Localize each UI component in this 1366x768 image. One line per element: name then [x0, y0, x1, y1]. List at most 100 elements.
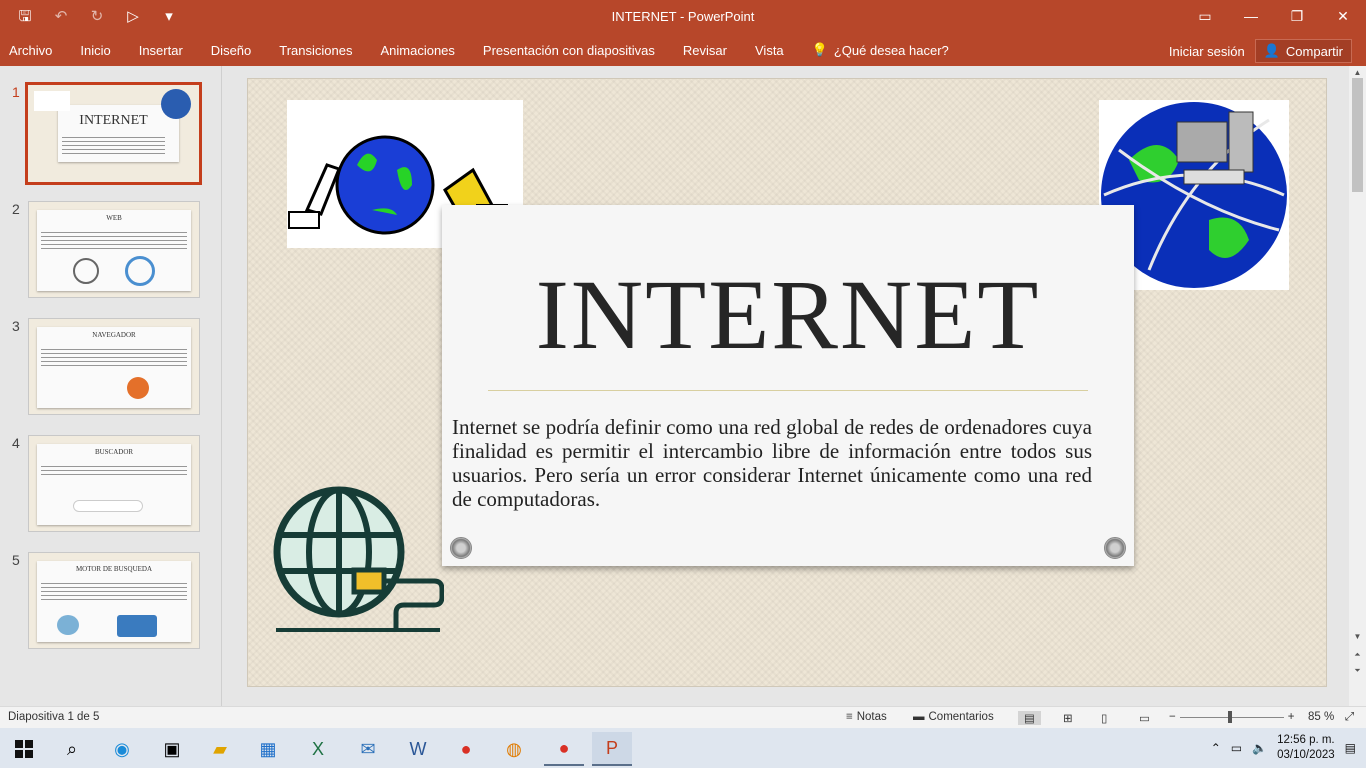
notes-icon: ≡ — [846, 711, 853, 723]
slide-canvas[interactable]: INTERNET Internet se podría definir como… — [247, 78, 1327, 687]
notifications-icon[interactable]: ▤ — [1345, 741, 1356, 755]
grid-icon: ⊞ — [1063, 713, 1073, 725]
tab-animaciones[interactable]: Animaciones — [366, 43, 468, 58]
thumbnail-text-lines — [41, 466, 187, 478]
slide-editor: INTERNET Internet se podría definir como… — [223, 66, 1349, 706]
close-button[interactable]: ✕ — [1320, 0, 1366, 32]
thumbnail-image[interactable]: NAVEGADOR — [28, 318, 200, 415]
store-icon[interactable]: ▦ — [248, 732, 288, 766]
title-bar: 🖫 ↶ ↻ ▷ ▾ INTERNET - PowerPoint ▭ — ❐ ✕ — [0, 0, 1366, 34]
vertical-scrollbar[interactable]: ▲ ▼ ⏶ ⏷ — [1349, 66, 1366, 706]
comments-label: Comentarios — [928, 711, 994, 723]
chevron-up-icon[interactable]: ⌃ — [1211, 741, 1221, 755]
scroll-down-icon[interactable]: ▼ — [1349, 632, 1366, 644]
globe-icon — [125, 256, 155, 286]
search-icon[interactable]: ⌕ — [52, 732, 92, 766]
word-icon[interactable]: W — [398, 732, 438, 766]
slide-body-text[interactable]: Internet se podría definir como una red … — [452, 415, 1092, 511]
slide-title[interactable]: INTERNET — [442, 257, 1134, 372]
windows-icon — [15, 740, 33, 758]
thumbnail-image[interactable]: INTERNET — [25, 82, 202, 185]
thumbnail-title: BUSCADOR — [94, 448, 134, 456]
comment-icon: ▬ — [913, 711, 925, 723]
title-divider — [488, 390, 1088, 391]
sign-in-link[interactable]: Iniciar sesión — [1169, 44, 1245, 59]
thumbnail-card — [37, 327, 191, 408]
zoom-slider[interactable]: − + — [1169, 710, 1295, 723]
zoom-in-icon[interactable]: + — [1288, 711, 1295, 723]
thumbnail-slot[interactable]: 4 BUSCADOR — [0, 435, 222, 545]
zoom-thumb[interactable] — [1227, 710, 1232, 723]
tab-presentacion[interactable]: Presentación con diapositivas — [469, 43, 669, 58]
share-label: Compartir — [1285, 43, 1343, 59]
thumbnail-image[interactable]: BUSCADOR — [28, 435, 200, 532]
ribbon: Archivo Inicio Insertar Diseño Transicio… — [0, 34, 1366, 66]
browser-icon[interactable]: ◍ — [494, 732, 534, 766]
thumbnail-text-lines — [41, 349, 187, 367]
book-icon: ▯ — [1101, 713, 1108, 725]
volume-icon[interactable]: 🔈 — [1252, 741, 1267, 755]
thumbnail-text-lines — [41, 232, 187, 250]
fit-slide-icon[interactable]: ⤢ — [1345, 711, 1354, 724]
content-card: INTERNET Internet se podría definir como… — [442, 205, 1134, 566]
slideshow-view-button[interactable]: ▭ — [1139, 711, 1150, 725]
magnifier-icon — [57, 615, 79, 635]
thumbnail-slot[interactable]: 2 WEB — [0, 201, 222, 311]
window-controls: ▭ — ❐ ✕ — [1182, 0, 1366, 32]
edge-icon[interactable]: ◉ — [102, 732, 142, 766]
excel-icon[interactable]: X — [298, 732, 338, 766]
globe-network-icon[interactable] — [272, 485, 444, 635]
maximize-button[interactable]: ❐ — [1274, 0, 1320, 32]
thumbnail-title: MOTOR DE BUSQUEDA — [75, 565, 153, 573]
file-explorer-icon[interactable]: ▰ — [200, 732, 240, 766]
search-bar-icon — [73, 500, 143, 512]
tab-inicio[interactable]: Inicio — [66, 43, 124, 58]
tell-me-label: ¿Qué desea hacer? — [833, 42, 949, 58]
chrome-profile-icon[interactable]: ● — [544, 732, 584, 766]
thumbnail-title: WEB — [106, 214, 122, 222]
computer-user-icon — [117, 615, 157, 637]
store-alt-icon[interactable]: ▣ — [152, 732, 192, 766]
mail-icon[interactable]: ✉ — [348, 732, 388, 766]
clock-time: 12:56 p. m. — [1277, 734, 1335, 746]
zoom-track[interactable] — [1179, 710, 1284, 723]
sorter-view-button[interactable]: ⊞ — [1063, 711, 1073, 725]
thumbnail-slot[interactable]: 5 MOTOR DE BUSQUEDA — [0, 552, 222, 662]
clock[interactable]: 12:56 p. m. 03/10/2023 — [1277, 733, 1335, 763]
previous-slide-icon[interactable]: ⏶ — [1349, 650, 1366, 662]
start-button[interactable] — [4, 732, 44, 766]
tab-archivo[interactable]: Archivo — [0, 43, 66, 58]
system-tray: ⌃ ▭ 🔈 12:56 p. m. 03/10/2023 ▤ — [1211, 728, 1366, 768]
lightbulb-icon: 💡 — [811, 42, 828, 57]
powerpoint-icon[interactable]: P — [592, 732, 632, 766]
thumbnail-card — [37, 210, 191, 291]
thumbnail-image[interactable]: WEB — [28, 201, 200, 298]
share-button[interactable]: 👤 Compartir — [1254, 39, 1352, 63]
reading-view-button[interactable]: ▯ — [1101, 711, 1107, 725]
chrome-icon[interactable]: ● — [446, 732, 486, 766]
thumbnail-slot[interactable]: 1 INTERNET — [0, 82, 222, 194]
zoom-level[interactable]: 85 % — [1308, 711, 1334, 723]
thumbnail-clipart — [34, 91, 70, 111]
network-icon[interactable]: ▭ — [1231, 741, 1242, 755]
www-icon — [73, 258, 99, 284]
tell-me-box[interactable]: 💡 ¿Qué desea hacer? — [798, 42, 963, 58]
comments-button[interactable]: ▬ Comentarios — [913, 711, 994, 723]
ribbon-display-icon[interactable]: ▭ — [1182, 0, 1228, 32]
thumbnail-image[interactable]: MOTOR DE BUSQUEDA — [28, 552, 200, 649]
zoom-out-icon[interactable]: − — [1169, 711, 1176, 723]
minimize-button[interactable]: — — [1228, 0, 1274, 32]
tab-vista[interactable]: Vista — [741, 43, 798, 58]
window-title: INTERNET - PowerPoint — [611, 9, 755, 24]
tab-diseno[interactable]: Diseño — [197, 43, 265, 58]
thumbnail-slot[interactable]: 3 NAVEGADOR — [0, 318, 222, 428]
tab-revisar[interactable]: Revisar — [669, 43, 741, 58]
normal-view-button[interactable]: ▤ — [1018, 711, 1041, 725]
notes-button[interactable]: ≡ Notas — [846, 711, 887, 723]
globe-icon — [161, 89, 191, 119]
next-slide-icon[interactable]: ⏷ — [1349, 666, 1366, 678]
tab-insertar[interactable]: Insertar — [125, 43, 197, 58]
slide-thumbnails-panel: 1 INTERNET 2 WEB 3 NAVEGADOR 4 BUSCADOR … — [0, 66, 222, 706]
tab-transiciones[interactable]: Transiciones — [265, 43, 366, 58]
scrollbar-thumb[interactable] — [1352, 78, 1363, 192]
